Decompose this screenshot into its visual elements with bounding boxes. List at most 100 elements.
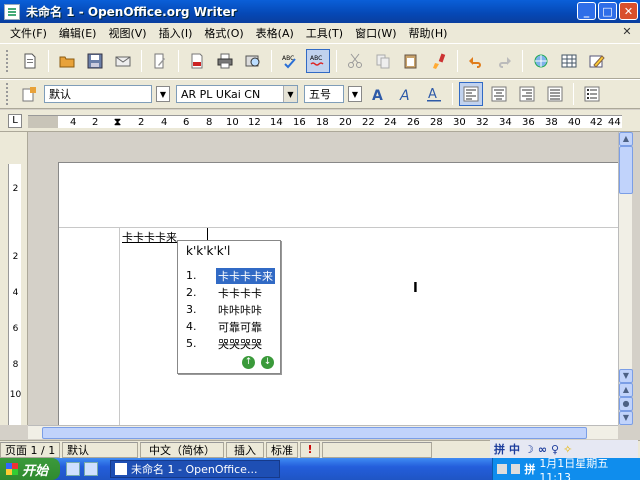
horizontal-scrollbar[interactable] [28,425,618,439]
menu-format[interactable]: 格式(O) [198,25,249,41]
start-button[interactable]: 开始 [0,458,60,480]
tray-clock[interactable]: 1月1日星期五 11:13 [539,455,640,480]
ruler-tick: 42 [590,117,603,128]
styles-formatting-button[interactable] [18,82,42,106]
ime-next-page-icon[interactable]: ↓ [261,356,274,369]
export-pdf-button[interactable] [185,49,209,73]
align-left-button[interactable] [459,82,483,106]
taskbar-writer-task[interactable]: 未命名 1 - OpenOffice... [110,460,280,478]
ime-pinyin-icon[interactable]: 拼 [494,441,505,457]
font-name-combo[interactable]: AR PL UKai CN ▼ [176,85,298,103]
status-language[interactable]: 中文（简体） [140,441,224,458]
chevron-down-icon[interactable]: ▼ [283,86,297,102]
vertical-scrollbar[interactable]: ▲ ▼ ▲ ● ▼ [618,132,633,425]
menu-file[interactable]: 文件(F) [4,25,53,41]
tab-stop-selector[interactable]: L [8,114,22,128]
toolbar-separator [522,50,523,72]
font-size-combo[interactable]: 五号 [304,85,344,103]
status-page-style[interactable]: 默认 [62,441,138,458]
tray-ime-icon[interactable]: 拼 [524,461,535,477]
menu-edit[interactable]: 编辑(E) [53,25,103,41]
composing-text[interactable]: 卡卡卡卡来 [122,229,177,245]
paste-button[interactable] [399,49,423,73]
toolbar-grip[interactable] [6,50,10,72]
horizontal-scroll-thumb[interactable] [42,427,587,439]
cut-button[interactable] [343,49,367,73]
quick-launch-browser-icon[interactable] [84,462,98,476]
align-right-button[interactable] [515,82,539,106]
scroll-down-arrow[interactable]: ▼ [619,369,633,383]
minimize-button[interactable]: _ [577,2,596,20]
menu-view[interactable]: 视图(V) [102,25,152,41]
numbering-button[interactable] [580,82,604,106]
ime-chinese-mode-icon[interactable]: 中 [509,441,520,457]
menu-table[interactable]: 表格(A) [250,25,300,41]
align-center-button[interactable] [487,82,511,106]
vertical-scroll-thumb[interactable] [619,146,633,194]
spellcheck-button[interactable]: ABC [278,49,302,73]
font-size-dropdown[interactable]: ▼ [348,86,362,102]
new-document-button[interactable] [18,49,42,73]
page-preview-button[interactable] [241,49,265,73]
horizontal-ruler[interactable]: L 4 2 ⧗ 2 4 6 8 10 12 14 16 18 20 22 24 … [0,110,640,132]
align-center-icon [491,86,507,102]
edit-file-button[interactable] [148,49,172,73]
navigator-button[interactable]: ● [619,397,633,411]
toolbar-grip[interactable] [6,83,10,105]
save-button[interactable] [83,49,107,73]
menu-insert[interactable]: 插入(I) [153,25,199,41]
table-button[interactable] [557,49,581,73]
status-insert-mode[interactable]: 插入 [226,441,264,458]
ruler-tick: 30 [453,117,466,128]
ime-candidate[interactable]: 5. 哭哭哭哭 [186,335,275,352]
vruler-tick: 2 [12,252,19,262]
document-page[interactable]: 卡卡卡卡来 I [58,162,618,425]
ime-prev-page-icon[interactable]: ↑ [242,356,255,369]
ime-candidate[interactable]: 3. 咔咔咔咔 [186,301,275,318]
writer-app-icon[interactable] [4,3,20,20]
status-signature[interactable] [322,441,432,458]
paragraph-style-value: 默认 [49,88,71,101]
close-document-icon[interactable]: ✕ [620,25,634,39]
menu-tools[interactable]: 工具(T) [300,25,349,41]
ime-halfwidth-icon[interactable]: ☽ [524,443,534,456]
auto-spellcheck-button[interactable]: ABC [306,49,330,73]
scroll-up-arrow[interactable]: ▲ [619,132,633,146]
ime-candidate[interactable]: 4. 可靠可靠 [186,318,275,335]
draw-functions-button[interactable] [585,49,609,73]
print-button[interactable] [213,49,237,73]
copy-button[interactable] [371,49,395,73]
vertical-ruler[interactable]: 2 2 4 6 8 10 [0,132,28,425]
document-area[interactable]: 卡卡卡卡来 I [28,132,618,425]
hyperlink-button[interactable] [529,49,553,73]
status-selection-mode[interactable]: 标准 [266,441,298,458]
close-button[interactable]: ✕ [619,2,638,20]
bold-button[interactable]: A [366,82,390,106]
italic-button[interactable]: A [394,82,418,106]
status-page[interactable]: 页面 1 / 1 [0,441,60,458]
maximize-button[interactable]: □ [598,2,617,20]
next-page-button[interactable]: ▼ [619,411,633,425]
ime-candidate[interactable]: 1. 卡卡卡卡来 [186,267,275,284]
redo-button[interactable] [492,49,516,73]
justify-button[interactable] [543,82,567,106]
ime-candidate[interactable]: 2. 卡卡卡卡 [186,284,275,301]
printer-icon [217,53,233,69]
email-button[interactable] [111,49,135,73]
underline-button[interactable]: A [422,82,446,106]
menu-help[interactable]: 帮助(H) [403,25,454,41]
ruler-indent-marker[interactable]: ⧗ [114,116,121,129]
menu-window[interactable]: 窗口(W) [349,25,402,41]
ruler-tick: 20 [339,117,352,128]
quick-launch-desktop-icon[interactable] [66,462,80,476]
previous-page-button[interactable]: ▲ [619,383,633,397]
tray-arrow-icon[interactable] [497,464,507,474]
paragraph-style-dropdown[interactable]: ▼ [156,86,170,102]
open-button[interactable] [55,49,79,73]
tray-network-icon[interactable] [510,464,521,474]
format-paintbrush-button[interactable] [427,49,451,73]
undo-button[interactable] [464,49,488,73]
taskbar: 开始 未命名 1 - OpenOffice... 拼 1月1日星期五 11:13 [0,455,640,480]
title-bar: 未命名 1 - OpenOffice.org Writer _ □ ✕ [0,0,640,23]
paragraph-style-combo[interactable]: 默认 [44,85,152,103]
